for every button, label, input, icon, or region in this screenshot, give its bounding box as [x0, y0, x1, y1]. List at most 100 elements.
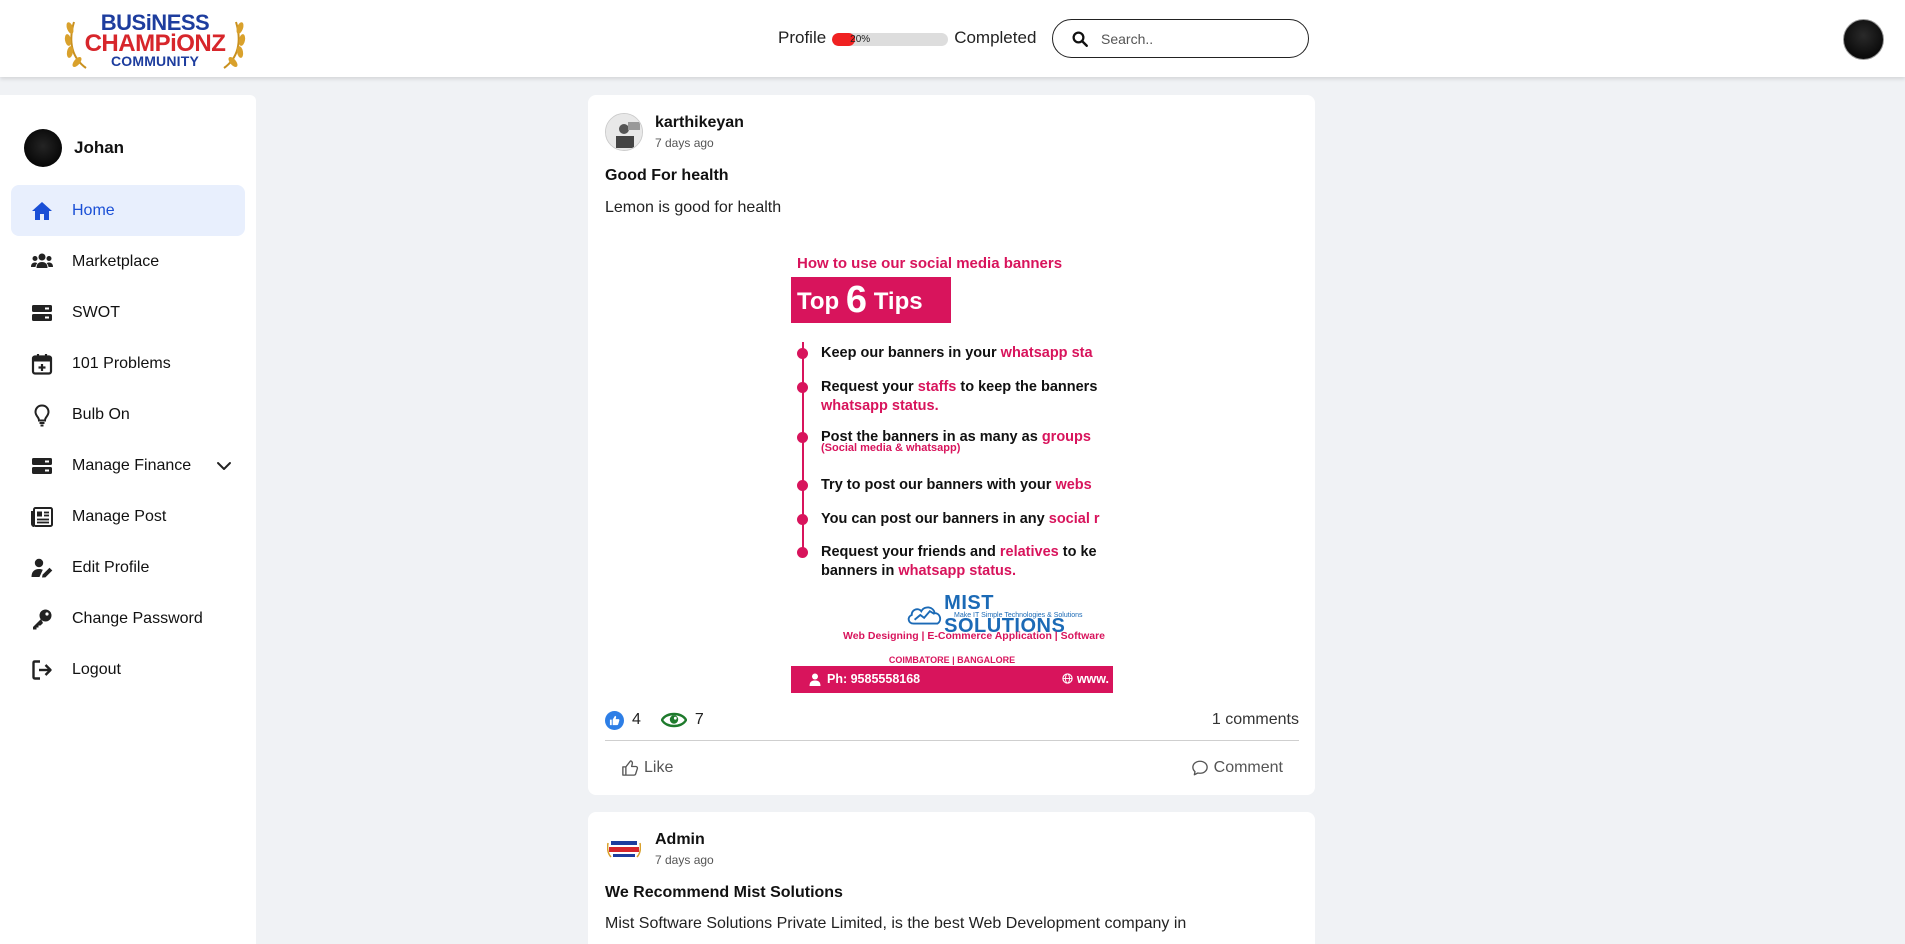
- sidebar-item-logout[interactable]: Logout: [11, 644, 245, 695]
- company-tagline: Make IT Simple Technologies & Solutions: [954, 612, 1083, 619]
- banner-phone: Ph: 9585558168: [827, 672, 921, 686]
- server-icon: [29, 454, 55, 478]
- search-icon: [1072, 31, 1088, 47]
- comment-icon: [1191, 760, 1208, 776]
- top-header: BUSiNESS CHAMPiONZ COMMUNITY Profile 20%…: [0, 0, 1905, 77]
- completed-label: Completed: [954, 28, 1037, 47]
- banner-bullet: [797, 547, 808, 558]
- banner-top-number: 6: [845, 279, 868, 321]
- sidebar-item-label: Change Password: [72, 609, 203, 627]
- server-icon: [29, 301, 55, 325]
- logout-icon: [29, 658, 55, 682]
- sidebar-item-101-problems[interactable]: 101 Problems: [11, 338, 245, 389]
- header-user-avatar[interactable]: [1843, 19, 1884, 60]
- post-time: 7 days ago: [655, 853, 714, 867]
- sidebar-item-manage-finance[interactable]: Manage Finance: [11, 440, 245, 491]
- business-championz-logo[interactable]: BUSiNESS CHAMPiONZ COMMUNITY: [64, 10, 246, 70]
- comments-count[interactable]: 1 comments: [1212, 711, 1299, 729]
- like-count-icon: [605, 710, 624, 730]
- banner-bullet: [797, 480, 808, 491]
- banner-tip: Request your friends and relatives to ke: [821, 544, 1097, 560]
- sidebar-item-label: Manage Finance: [72, 456, 192, 474]
- like-count: 4: [632, 711, 641, 728]
- community-logo-icon: [607, 841, 641, 858]
- banner-tip-continued: whatsapp status.: [821, 398, 939, 414]
- banner-tip-continued: banners in whatsapp status.: [821, 563, 1016, 579]
- divider: [605, 740, 1299, 741]
- sidebar-item-swot[interactable]: SWOT: [11, 287, 245, 338]
- thumbs-up-icon: [622, 760, 639, 776]
- post-body: Mist Software Solutions Private Limited,…: [605, 915, 1187, 932]
- banner-tip: Try to post our banners with your webs: [821, 477, 1092, 493]
- logo-line-3: COMMUNITY: [110, 53, 200, 69]
- author-avatar[interactable]: [605, 113, 643, 151]
- banner-bullet: [797, 432, 808, 443]
- post-card: Admin 7 days ago We Recommend Mist Solut…: [588, 812, 1315, 944]
- logo-text: BUSiNESS CHAMPiONZ COMMUNITY: [64, 10, 246, 70]
- sidebar-item-label: Home: [72, 201, 115, 219]
- post-image-banner[interactable]: How to use our social media banners Top …: [791, 247, 1113, 693]
- banner-tip: You can post our banners in any social r: [821, 511, 1100, 527]
- post-author: Admin 7 days ago: [655, 830, 714, 867]
- comment-label: Comment: [1213, 759, 1283, 776]
- calendar-plus-icon: [29, 352, 55, 376]
- post-title: We Recommend Mist Solutions: [605, 884, 843, 901]
- post-author: karthikeyan 7 days ago: [655, 113, 744, 150]
- profile-progress-text: 20%: [850, 34, 871, 45]
- banner-top-tips: Top 6 Tips: [791, 277, 951, 323]
- sidebar-item-label: Manage Post: [72, 507, 167, 525]
- chevron-down-icon[interactable]: [215, 457, 233, 475]
- banner-cities: COIMBATORE | BANGALORE: [888, 655, 1016, 665]
- banner-heading: How to use our social media banners: [797, 255, 1063, 272]
- eye-icon: [660, 712, 687, 728]
- banner-top-tips-word: Tips: [873, 288, 923, 315]
- post-header: karthikeyan 7 days ago: [605, 113, 744, 151]
- sidebar-item-edit-profile[interactable]: Edit Profile: [11, 542, 245, 593]
- sidebar-item-manage-post[interactable]: Manage Post: [11, 491, 245, 542]
- sidebar-item-home[interactable]: Home: [11, 185, 245, 236]
- user-name: Johan: [74, 138, 125, 157]
- sidebar-item-marketplace[interactable]: Marketplace: [11, 236, 245, 287]
- newspaper-icon: [29, 505, 55, 529]
- home-icon: [29, 199, 55, 223]
- sidebar-user[interactable]: Johan: [24, 129, 124, 167]
- profile-completion: Profile 20% Completed: [778, 26, 1036, 50]
- post-card: karthikeyan 7 days ago Good For health L…: [588, 95, 1315, 795]
- banner-top-word: Top: [797, 288, 840, 315]
- users-icon: [29, 250, 55, 274]
- search-input[interactable]: [1101, 30, 1291, 47]
- user-edit-icon: [29, 556, 55, 580]
- sidebar-item-label: Marketplace: [72, 252, 160, 270]
- cloud-chart-icon: [907, 606, 942, 625]
- like-label: Like: [644, 759, 674, 776]
- post-stats: 4 7 1 comments: [605, 707, 1299, 733]
- post-actions: Like Comment: [605, 751, 1299, 785]
- banner-website: www.: [1062, 666, 1109, 693]
- profile-progress-bar: 20%: [832, 33, 949, 46]
- sidebar: Johan Home Marketplace SWOT 101 Problems…: [0, 95, 256, 944]
- sidebar-item-label: Edit Profile: [72, 558, 150, 576]
- banner-services: Web Designing | E-Commerce Application |…: [843, 630, 1105, 642]
- post-time: 7 days ago: [655, 136, 714, 150]
- banner-tip-note: (Social media & whatsapp): [821, 442, 961, 454]
- post-title: Good For health: [605, 167, 729, 184]
- post-body: Lemon is good for health: [605, 199, 782, 216]
- like-button[interactable]: Like: [621, 751, 673, 785]
- avatar: [24, 129, 62, 167]
- banner-phone-strip: Ph: 9585558168 www.: [791, 666, 1113, 693]
- banner-bullet: [797, 382, 808, 393]
- profile-label: Profile: [778, 28, 827, 47]
- banner-tip: Request your staffs to keep the banners: [821, 379, 1098, 395]
- author-avatar[interactable]: [605, 830, 643, 868]
- lightbulb-icon: [29, 403, 55, 427]
- author-name[interactable]: karthikeyan: [655, 114, 744, 132]
- sidebar-item-bulb-on[interactable]: Bulb On: [11, 389, 245, 440]
- globe-icon: [1062, 673, 1073, 684]
- comment-button[interactable]: Comment: [1191, 751, 1283, 785]
- view-count: 7: [694, 711, 704, 728]
- author-name[interactable]: Admin: [655, 831, 714, 849]
- search-box[interactable]: [1052, 19, 1309, 58]
- person-icon: [809, 673, 821, 686]
- key-icon: [29, 607, 55, 631]
- sidebar-item-change-password[interactable]: Change Password: [11, 593, 245, 644]
